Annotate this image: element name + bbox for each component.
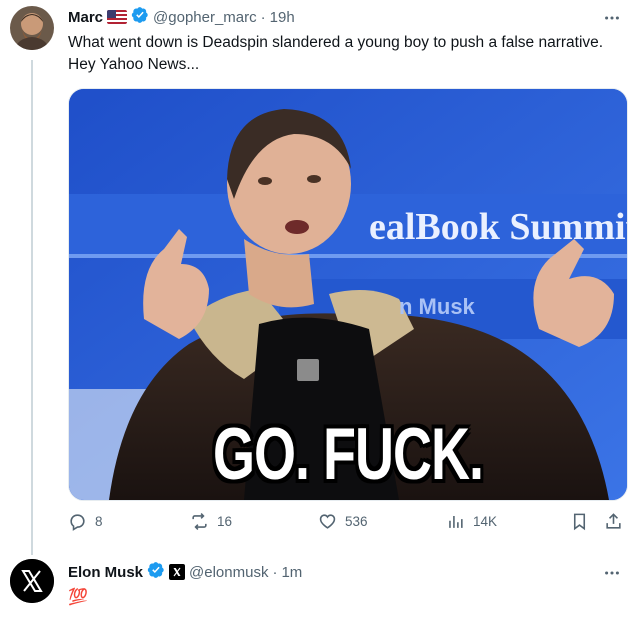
affiliate-x-badge-icon (169, 564, 186, 580)
avatar-elon[interactable] (10, 559, 54, 603)
views-button[interactable]: 14K (446, 512, 497, 531)
verified-icon (131, 6, 149, 28)
tweet-2[interactable]: Elon Musk @elonmusk · 1m 💯 (0, 555, 644, 621)
share-icon (606, 513, 621, 529)
views-count: 14K (473, 514, 498, 529)
bookmark-icon (573, 513, 586, 531)
repost-button[interactable]: 16 (190, 512, 232, 531)
views-icon (449, 515, 463, 528)
reply-icon (70, 514, 85, 531)
hundred-points-emoji: 💯 (68, 589, 88, 606)
share-button[interactable] (604, 512, 623, 531)
tweet-text: What went down is Deadspin slandered a y… (68, 34, 604, 73)
thread-connector-line (31, 60, 33, 555)
repost-count: 16 (217, 514, 233, 529)
like-count: 536 (345, 514, 368, 529)
tweet-1-header: Marc @gopher_marc · 19h (68, 6, 295, 28)
tweet-1-action-bar: 8 16 536 14K (68, 512, 628, 536)
repost-icon (192, 513, 207, 530)
more-options-button[interactable] (602, 563, 622, 583)
stage-banner-text: ealBook Summit (369, 206, 627, 248)
tweet-2-header: Elon Musk @elonmusk · 1m (68, 561, 302, 583)
verified-icon (147, 561, 165, 583)
separator-dot: · (272, 563, 278, 581)
stage-banner-subtext: n Musk (399, 294, 476, 319)
avatar-marc-image (10, 6, 54, 50)
timestamp[interactable]: 1m (281, 564, 302, 581)
handle[interactable]: @gopher_marc (153, 9, 257, 26)
reply-count: 8 (95, 514, 103, 529)
meme-caption: GO. FUCK. YOURSELF. (201, 414, 496, 500)
like-icon (319, 514, 336, 529)
bookmark-button[interactable] (570, 512, 589, 531)
timestamp[interactable]: 19h (270, 9, 295, 26)
x-logo-icon (10, 559, 54, 603)
tweet-media-image[interactable]: ealBook Summit n Musk GO. FUCK. YOURSELF… (68, 88, 628, 501)
tweet-1[interactable]: Marc @gopher_marc · 19h What went down i… (0, 0, 644, 555)
more-icon (605, 571, 619, 575)
display-name[interactable]: Elon Musk (68, 564, 143, 581)
display-name[interactable]: Marc (68, 9, 103, 26)
avatar-marc[interactable] (10, 6, 54, 50)
reply-button[interactable]: 8 (68, 512, 103, 531)
more-icon (605, 16, 619, 20)
like-button[interactable]: 536 (318, 512, 368, 531)
us-flag-icon (107, 10, 128, 24)
handle[interactable]: @elonmusk (189, 564, 268, 581)
separator-dot: · (260, 8, 266, 26)
more-options-button[interactable] (602, 8, 622, 28)
